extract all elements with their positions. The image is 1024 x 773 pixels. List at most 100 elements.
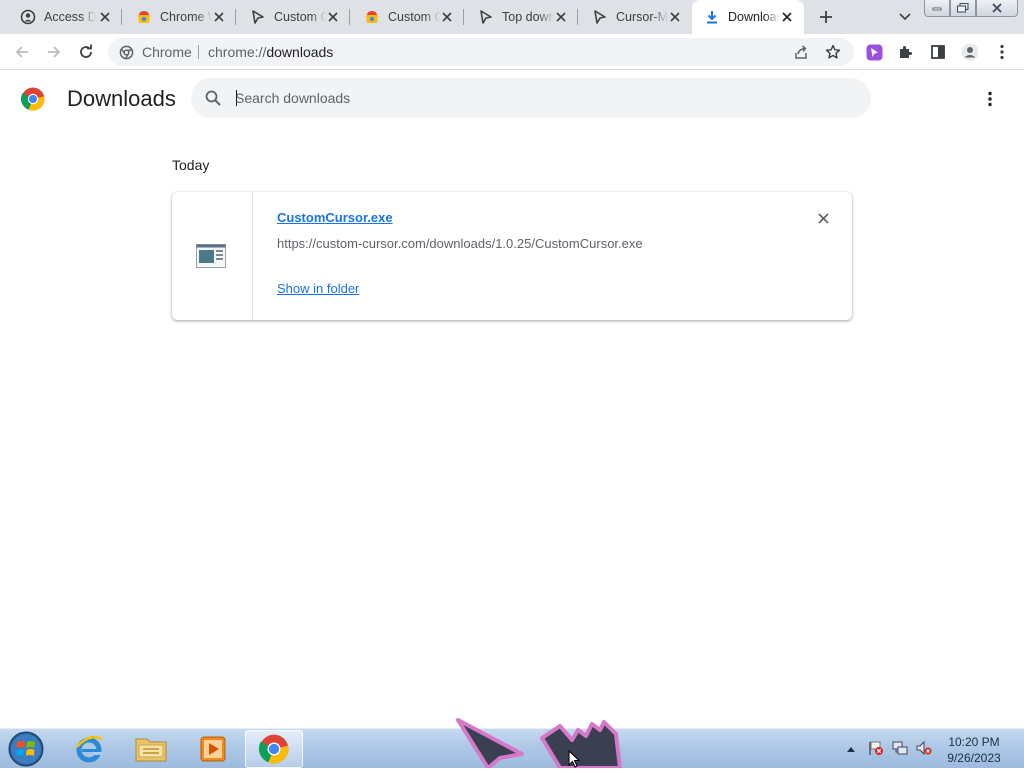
tab-close-icon[interactable] — [554, 10, 568, 24]
tab-title: Top downloads — [502, 10, 554, 24]
search-downloads-box[interactable] — [191, 78, 871, 118]
plus-icon — [820, 11, 832, 23]
chrome-page-icon — [118, 44, 134, 60]
clock-date: 9/26/2023 — [947, 751, 1001, 765]
browser-menu-button[interactable] — [992, 42, 1012, 62]
extension-button[interactable] — [864, 42, 884, 62]
cursor-artwork-arrow-icon — [456, 718, 524, 768]
taskbar-media-player[interactable] — [184, 730, 242, 768]
internet-explorer-icon — [76, 736, 103, 763]
tab-top-downloads[interactable]: Top downloads — [464, 0, 578, 34]
download-icon — [704, 9, 720, 25]
text-caret — [236, 90, 237, 106]
restore-button[interactable] — [950, 0, 976, 17]
volume-button[interactable] — [916, 740, 934, 758]
new-tab-button[interactable] — [816, 7, 836, 27]
shield-tab-icon — [20, 9, 36, 25]
address-bar[interactable]: Chrome chrome://downloads — [108, 38, 854, 66]
flag-alert-icon — [869, 741, 883, 755]
show-hidden-icons-button[interactable] — [844, 742, 858, 756]
action-center-button[interactable] — [868, 740, 886, 758]
taskbar-chrome[interactable] — [245, 730, 303, 768]
web-store-icon — [364, 9, 380, 25]
cursor-arrow-icon — [250, 9, 266, 25]
page-chip: Chrome — [142, 44, 192, 60]
side-panel-icon — [931, 45, 945, 59]
tab-search-button[interactable] — [897, 9, 913, 25]
start-button[interactable] — [6, 730, 46, 768]
network-button[interactable] — [892, 740, 910, 758]
tab-downloads[interactable]: Downloads — [692, 0, 804, 34]
chevron-up-icon — [847, 747, 855, 752]
tab-close-icon[interactable] — [98, 10, 112, 24]
tab-access-denied[interactable]: Access Denied — [0, 0, 122, 34]
cursor-artwork-hand-icon — [540, 720, 622, 768]
media-player-icon — [200, 736, 226, 762]
download-item: CustomCursor.exe https://custom-cursor.c… — [172, 192, 852, 320]
mouse-pointer-icon — [568, 750, 580, 768]
reload-button[interactable] — [76, 42, 96, 62]
close-icon — [817, 212, 829, 224]
tab-custom-cursor[interactable]: Custom Cursor — [236, 0, 350, 34]
back-arrow-icon — [15, 46, 28, 58]
reload-icon — [80, 44, 92, 58]
url-host: downloads — [266, 44, 334, 60]
download-source-url: https://custom-cursor.com/downloads/1.0.… — [277, 236, 643, 251]
omnibox-divider — [198, 45, 199, 59]
web-store-icon — [136, 9, 152, 25]
tab-chrome-web-store[interactable]: Chrome Web Store — [122, 0, 236, 34]
tab-close-icon[interactable] — [780, 10, 794, 24]
search-input[interactable] — [235, 86, 835, 110]
bookmark-button[interactable] — [824, 43, 842, 61]
share-icon — [795, 45, 807, 59]
kebab-menu-icon — [1000, 44, 1004, 60]
taskbar-clock[interactable]: 10:20 PM 9/26/2023 — [940, 734, 1008, 766]
side-panel-button[interactable] — [928, 42, 948, 62]
chrome-icon — [259, 734, 289, 764]
tab-close-icon[interactable] — [212, 10, 226, 24]
downloads-menu-button[interactable] — [980, 89, 1000, 109]
puzzle-icon — [900, 46, 912, 58]
file-explorer-icon — [135, 738, 167, 762]
back-button[interactable] — [12, 42, 32, 62]
page-title: Downloads — [67, 86, 176, 111]
tab-title: Custom Cursor — [388, 10, 440, 24]
download-file-name-link[interactable]: CustomCursor.exe — [277, 210, 393, 225]
kebab-menu-icon — [988, 91, 992, 107]
extensions-menu-button[interactable] — [896, 42, 916, 62]
windows-orb-icon — [8, 731, 44, 767]
window-controls — [924, 0, 1018, 18]
remove-download-button[interactable] — [816, 211, 830, 225]
avatar-icon — [961, 43, 979, 61]
custom-cursor-extension-icon — [866, 44, 882, 60]
volume-muted-icon — [916, 740, 932, 756]
tab-close-icon[interactable] — [668, 10, 682, 24]
url-scheme: chrome:// — [208, 44, 267, 60]
forward-button[interactable] — [44, 42, 64, 62]
share-button[interactable] — [792, 43, 810, 61]
show-in-folder-link[interactable]: Show in folder — [277, 281, 359, 296]
profile-button[interactable] — [960, 42, 980, 62]
tab-custom-cursor-store[interactable]: Custom Cursor — [350, 0, 464, 34]
network-icon — [892, 741, 908, 755]
restore-icon — [957, 3, 969, 13]
tab-close-icon[interactable] — [440, 10, 454, 24]
tab-strip: Access Denied Chrome Web Store Custom Cu… — [0, 0, 1024, 34]
taskbar-file-explorer[interactable] — [122, 730, 180, 768]
search-icon — [205, 90, 221, 106]
date-section-label: Today — [172, 157, 210, 173]
close-window-button[interactable] — [976, 0, 1018, 17]
taskbar-internet-explorer[interactable] — [60, 730, 118, 768]
tab-title: Downloads — [728, 10, 780, 24]
url-text: chrome://downloads — [208, 44, 333, 60]
minimize-icon — [932, 7, 942, 11]
chevron-down-icon — [899, 13, 911, 21]
tab-title: Custom Cursor — [274, 10, 326, 24]
close-icon — [992, 3, 1002, 13]
minimize-button[interactable] — [924, 0, 950, 17]
forward-arrow-icon — [48, 46, 61, 58]
tab-cursor-mania[interactable]: Cursor-Mania — [578, 0, 692, 34]
tab-close-icon[interactable] — [326, 10, 340, 24]
tab-title: Chrome Web Store — [160, 10, 212, 24]
chrome-logo-icon — [21, 87, 45, 111]
